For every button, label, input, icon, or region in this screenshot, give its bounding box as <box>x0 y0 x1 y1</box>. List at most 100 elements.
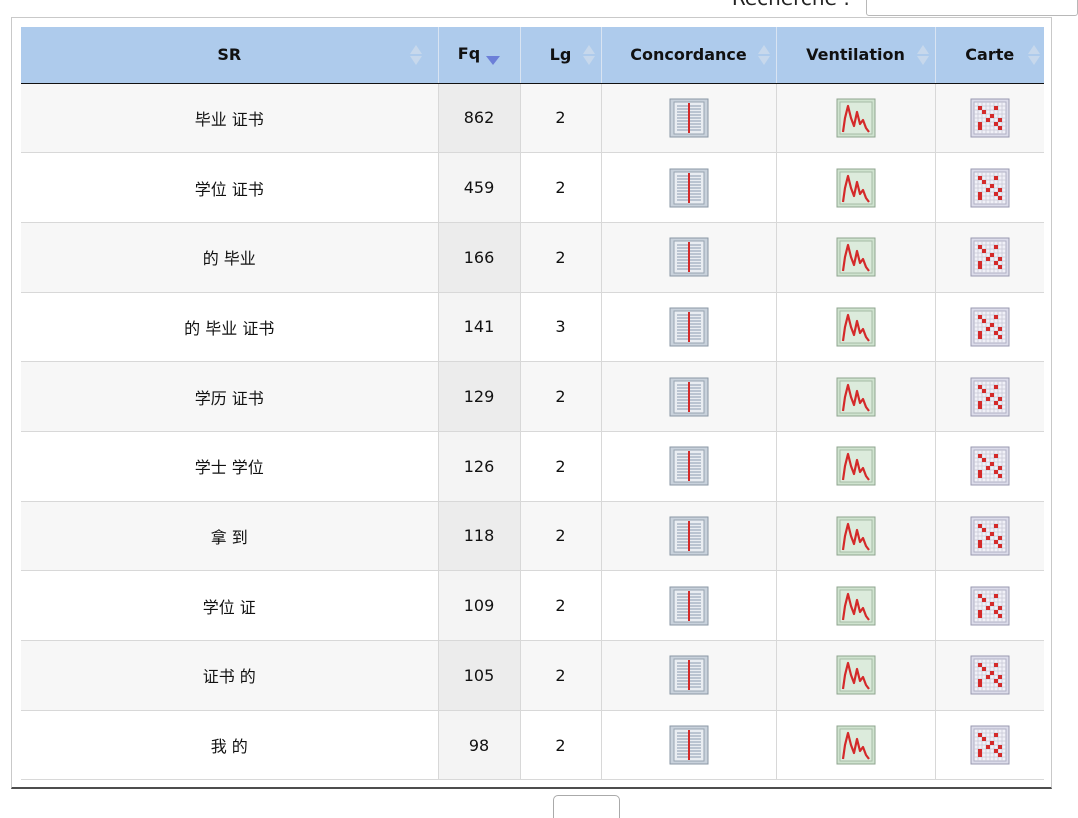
cell-carte <box>935 361 1044 432</box>
column-header-label: Lg <box>549 45 572 65</box>
carte-icon[interactable] <box>970 446 1010 486</box>
search-bar: Recherche : <box>0 0 1078 16</box>
ventilation-icon[interactable] <box>836 377 876 417</box>
cell-sr: 学位 证 <box>21 570 439 641</box>
cell-sr: 的 毕业 <box>21 222 439 293</box>
cell-carte <box>935 431 1044 502</box>
column-header-concordance[interactable]: Concordance <box>601 27 777 84</box>
cell-concordance <box>601 431 777 502</box>
cell-fq: 109 <box>438 570 521 641</box>
cell-fq: 126 <box>438 431 521 502</box>
carte-icon[interactable] <box>970 168 1010 208</box>
pagination-button[interactable] <box>553 795 620 818</box>
ventilation-icon[interactable] <box>836 725 876 765</box>
cell-sr: 学历 证书 <box>21 361 439 432</box>
cell-ventilation <box>776 152 936 223</box>
carte-icon[interactable] <box>970 655 1010 695</box>
cell-concordance <box>601 710 777 781</box>
ventilation-icon[interactable] <box>836 237 876 277</box>
table-row: 学历 证书 129 2 <box>21 361 1044 432</box>
sort-descending-icon <box>486 56 501 66</box>
cell-concordance <box>601 83 777 154</box>
concordance-icon[interactable] <box>669 586 709 626</box>
concordance-icon[interactable] <box>669 307 709 347</box>
cell-ventilation <box>776 570 936 641</box>
carte-icon[interactable] <box>970 237 1010 277</box>
cell-lg: 2 <box>520 501 602 572</box>
cell-sr: 我 的 <box>21 710 439 781</box>
table-header-row: SR Fq Lg Concordance Ventilation Carte <box>21 27 1044 84</box>
cell-concordance <box>601 292 777 363</box>
ventilation-icon[interactable] <box>836 446 876 486</box>
cell-sr: 学士 学位 <box>21 431 439 502</box>
cell-ventilation <box>776 222 936 293</box>
sort-both-icon <box>916 44 929 65</box>
ventilation-icon[interactable] <box>836 516 876 556</box>
cell-fq: 141 <box>438 292 521 363</box>
concordance-icon[interactable] <box>669 725 709 765</box>
column-header-lg[interactable]: Lg <box>520 27 602 84</box>
concordance-icon[interactable] <box>669 377 709 417</box>
concordance-icon[interactable] <box>669 237 709 277</box>
ventilation-icon[interactable] <box>836 586 876 626</box>
table-row: 的 毕业 证书 141 3 <box>21 292 1044 363</box>
cell-lg: 2 <box>520 570 602 641</box>
search-input[interactable] <box>866 0 1078 16</box>
cell-sr: 毕业 证书 <box>21 83 439 154</box>
cell-fq: 118 <box>438 501 521 572</box>
cell-carte <box>935 640 1044 711</box>
table-row: 学士 学位 126 2 <box>21 431 1044 502</box>
cell-concordance <box>601 501 777 572</box>
carte-icon[interactable] <box>970 377 1010 417</box>
sort-both-icon <box>1028 44 1040 65</box>
concordance-icon[interactable] <box>669 655 709 695</box>
column-header-ventilation[interactable]: Ventilation <box>776 27 936 84</box>
page: Recherche : SR Fq Lg Concordance Ventilation… <box>0 0 1078 818</box>
carte-icon[interactable] <box>970 586 1010 626</box>
cell-concordance <box>601 152 777 223</box>
column-header-label: SR <box>217 45 242 65</box>
cell-fq: 129 <box>438 361 521 432</box>
table-row: 的 毕业 166 2 <box>21 222 1044 293</box>
cell-ventilation <box>776 501 936 572</box>
cell-ventilation <box>776 292 936 363</box>
concordance-icon[interactable] <box>669 516 709 556</box>
concordance-icon[interactable] <box>669 446 709 486</box>
ventilation-icon[interactable] <box>836 168 876 208</box>
cell-fq: 459 <box>438 152 521 223</box>
cell-lg: 2 <box>520 431 602 502</box>
carte-icon[interactable] <box>970 98 1010 138</box>
table-row: 学位 证 109 2 <box>21 570 1044 641</box>
column-header-label: Fq <box>457 44 481 64</box>
cell-sr: 学位 证书 <box>21 152 439 223</box>
ventilation-icon[interactable] <box>836 98 876 138</box>
carte-icon[interactable] <box>970 725 1010 765</box>
carte-icon[interactable] <box>970 307 1010 347</box>
cell-sr: 拿 到 <box>21 501 439 572</box>
cell-carte <box>935 570 1044 641</box>
column-header-label: Ventilation <box>806 45 905 65</box>
column-header-fq[interactable]: Fq <box>438 27 521 84</box>
ventilation-icon[interactable] <box>836 655 876 695</box>
column-header-carte[interactable]: Carte <box>935 27 1044 84</box>
cell-fq: 105 <box>438 640 521 711</box>
concordance-icon[interactable] <box>669 168 709 208</box>
table-row: 学位 证书 459 2 <box>21 152 1044 223</box>
cell-concordance <box>601 222 777 293</box>
cell-lg: 2 <box>520 83 602 154</box>
cell-carte <box>935 292 1044 363</box>
cell-sr: 的 毕业 证书 <box>21 292 439 363</box>
cell-carte <box>935 222 1044 293</box>
search-label: Recherche : <box>732 0 850 10</box>
ventilation-icon[interactable] <box>836 307 876 347</box>
cell-ventilation <box>776 83 936 154</box>
concordance-icon[interactable] <box>669 98 709 138</box>
cell-fq: 166 <box>438 222 521 293</box>
cell-lg: 3 <box>520 292 602 363</box>
cell-ventilation <box>776 710 936 781</box>
cell-sr: 证书 的 <box>21 640 439 711</box>
cell-carte <box>935 83 1044 154</box>
column-header-sr[interactable]: SR <box>21 27 439 84</box>
cell-lg: 2 <box>520 361 602 432</box>
carte-icon[interactable] <box>970 516 1010 556</box>
